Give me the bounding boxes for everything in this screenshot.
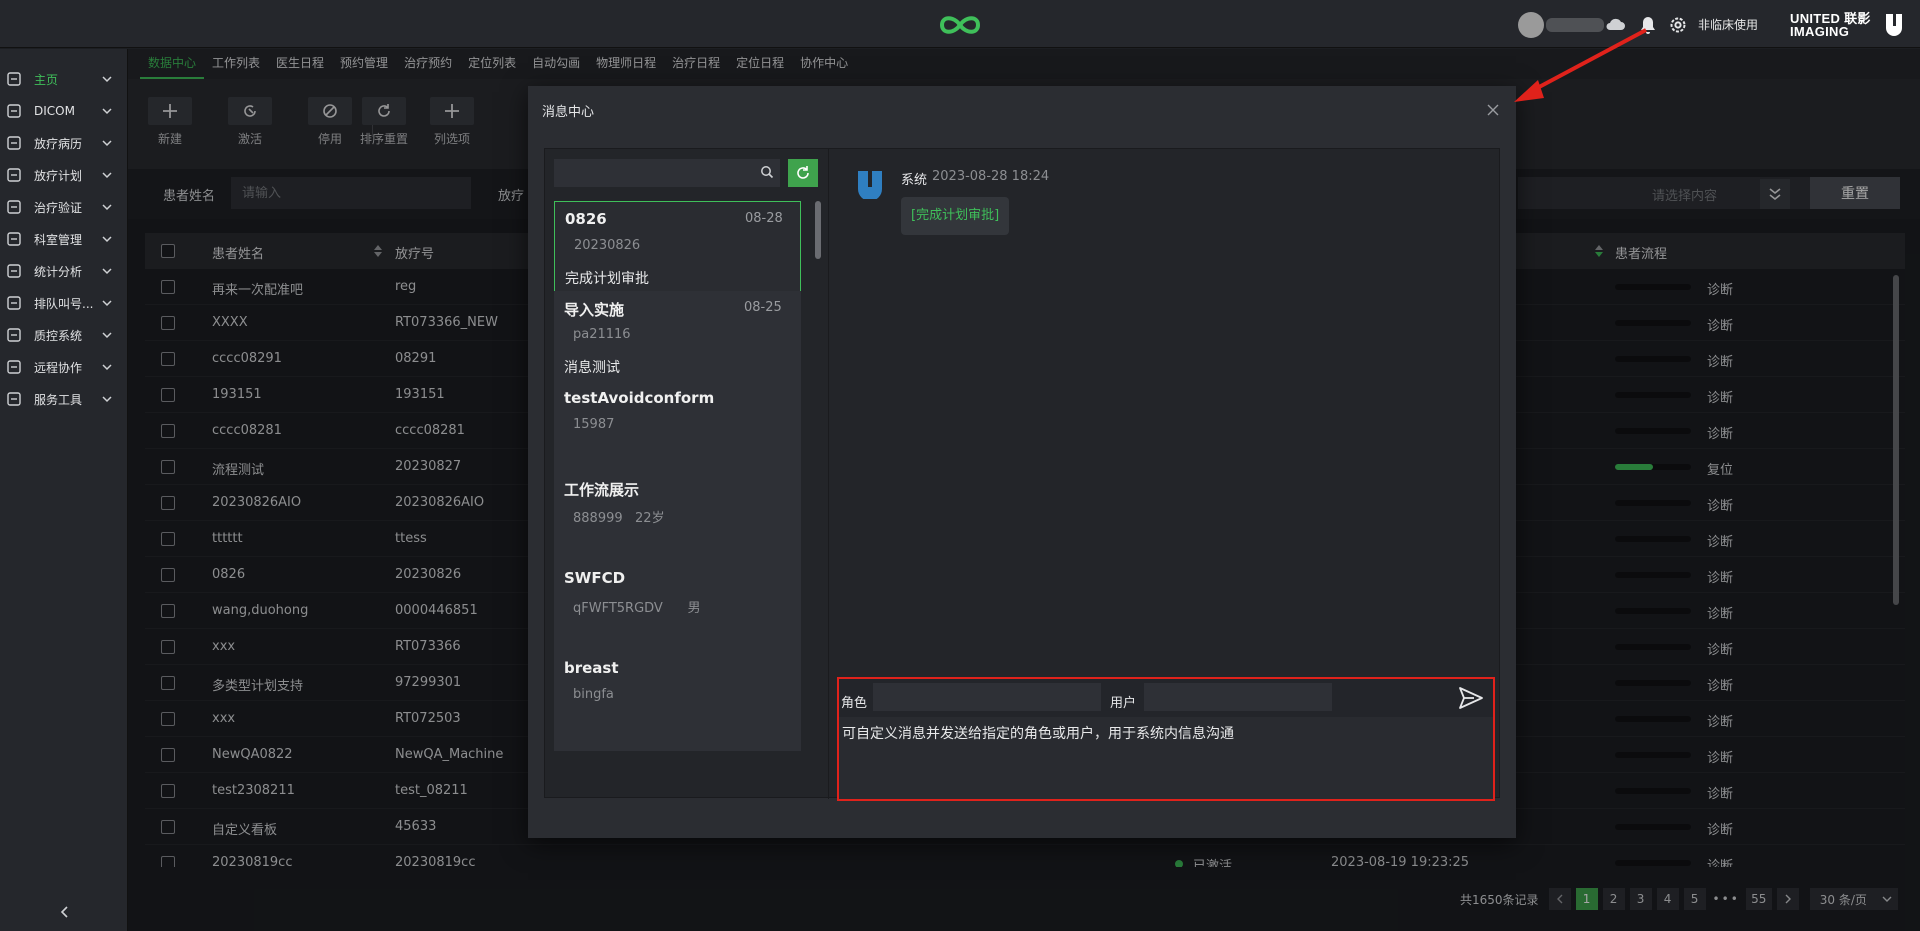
sidebar-item-label: 远程协作	[34, 360, 83, 375]
dialog-title: 消息中心	[542, 105, 595, 120]
conversation-last-message: 完成计划审批	[565, 271, 649, 287]
sidebar-item-4[interactable]: 治疗验证	[0, 191, 127, 223]
conversation-name: SWFCD	[564, 569, 626, 587]
conversation-item[interactable]: testAvoidconform 15987	[554, 381, 801, 481]
conversation-patient-info: qFWFT5RGDV 男	[573, 601, 701, 616]
gear-icon[interactable]	[1667, 14, 1689, 36]
brand-logo-text: UNITED 联影 IMAGING	[1790, 12, 1871, 38]
tools-icon	[7, 392, 21, 406]
chevron-down-icon	[102, 140, 112, 147]
sidebar-item-8[interactable]: 质控系统	[0, 319, 127, 351]
sidebar-item-9[interactable]: 远程协作	[0, 351, 127, 383]
conversation-date: 08-25	[744, 300, 782, 315]
annotation-arrow	[1514, 28, 1647, 102]
chevron-down-icon	[102, 204, 112, 211]
message-time: 2023-08-28 18:24	[932, 169, 1050, 184]
clinical-mode-label: 非临床使用	[1698, 18, 1759, 32]
infinity-logo-icon	[939, 16, 981, 34]
compose-area: 角色 用户 可自定义消息并发送给指定的角色或用户，用于系统内信息沟通	[837, 677, 1495, 801]
conversation-item[interactable]: breast bingfa	[554, 651, 801, 751]
brand-mark-icon	[1886, 14, 1902, 36]
conversation-patient-info: 15987	[573, 417, 615, 432]
chevron-down-icon	[102, 396, 112, 403]
user-input[interactable]	[1144, 683, 1332, 711]
message-textarea[interactable]: 可自定义消息并发送给指定的角色或用户，用于系统内信息沟通	[839, 717, 1493, 799]
message-center-dialog: 消息中心 0826 08-28 20230826 完成计划审批 导入实施 08-25 pa2…	[528, 86, 1516, 838]
dicom-icon	[7, 104, 21, 118]
sidebar: 主页 DICOM 放疗病历放疗计划治疗验证科室管理统计分析排队叫号... 质控系统远程…	[0, 49, 128, 931]
refresh-icon	[797, 166, 809, 179]
sidebar-item-7[interactable]: 排队叫号...	[0, 287, 127, 319]
refresh-button[interactable]	[788, 159, 818, 187]
message-sender: 系统	[901, 173, 928, 188]
chevron-left-icon[interactable]	[58, 905, 72, 919]
stats-icon	[7, 264, 21, 278]
conversation-name: 工作流展示	[564, 481, 640, 499]
shield-icon	[7, 328, 21, 342]
sidebar-item-label: DICOM	[34, 104, 75, 118]
chevron-down-icon	[102, 236, 112, 243]
conversation-item[interactable]: 工作流展示 888999 22岁	[554, 471, 801, 571]
sidebar-item-label: 服务工具	[34, 392, 83, 407]
sidebar-item-label: 放疗病历	[34, 136, 83, 151]
plan-icon	[7, 168, 21, 182]
sidebar-item-label: 统计分析	[34, 264, 83, 279]
message-bubble[interactable]: [完成计划审批]	[901, 197, 1010, 235]
chevron-down-icon	[102, 268, 112, 275]
sidebar-item-label: 主页	[34, 72, 59, 87]
conversation-item[interactable]: 0826 08-28 20230826 完成计划审批	[554, 201, 801, 301]
home-icon	[7, 72, 21, 86]
chevron-down-icon	[102, 172, 112, 179]
conversation-patient-info: pa21116	[573, 327, 631, 342]
remote-icon	[7, 360, 21, 374]
send-icon[interactable]	[1457, 685, 1485, 711]
record-icon	[7, 136, 21, 150]
brand-line-2: IMAGING	[1790, 24, 1850, 39]
search-icon[interactable]	[760, 165, 774, 179]
chevron-down-icon	[102, 76, 112, 83]
sidebar-item-3[interactable]: 放疗计划	[0, 159, 127, 191]
conversation-patient-info: bingfa	[573, 687, 614, 702]
sidebar-item-label: 科室管理	[34, 232, 83, 247]
chevron-down-icon	[102, 300, 112, 307]
conversation-patient-info: 20230826	[574, 238, 641, 253]
chevron-down-icon	[102, 364, 112, 371]
sidebar-item-1[interactable]: DICOM	[0, 95, 127, 127]
role-input[interactable]	[873, 683, 1101, 711]
conversation-date: 08-28	[745, 211, 783, 226]
conversation-scrollbar[interactable]	[815, 201, 821, 259]
sidebar-item-label: 质控系统	[34, 328, 83, 343]
chevron-down-icon	[102, 108, 112, 115]
sidebar-item-10[interactable]: 服务工具	[0, 383, 127, 415]
sidebar-item-0[interactable]: 主页	[0, 63, 127, 95]
conversation-name: 导入实施	[564, 301, 625, 319]
conversation-search-input[interactable]	[554, 159, 780, 187]
close-icon[interactable]	[1486, 103, 1500, 117]
conversation-item[interactable]: 导入实施 08-25 pa21116 消息测试	[554, 291, 801, 391]
conversation-list: 0826 08-28 20230826 完成计划审批 导入实施 08-25 pa21116 消…	[545, 149, 829, 799]
sidebar-item-label: 治疗验证	[34, 200, 83, 215]
conversation-name: 0826	[565, 210, 607, 228]
sidebar-item-label: 放疗计划	[34, 168, 83, 183]
conversation-last-message: 消息测试	[564, 360, 620, 376]
chevron-down-icon	[102, 332, 112, 339]
queue-icon	[7, 296, 21, 310]
dialog-body: 0826 08-28 20230826 完成计划审批 导入实施 08-25 pa21116 消…	[544, 148, 1500, 801]
verify-icon	[7, 200, 21, 214]
sidebar-item-2[interactable]: 放疗病历	[0, 127, 127, 159]
department-icon	[7, 232, 21, 246]
conversation-name: breast	[564, 659, 619, 677]
user-label: 用户	[1110, 696, 1137, 711]
system-avatar-icon	[858, 171, 882, 199]
sidebar-item-5[interactable]: 科室管理	[0, 223, 127, 255]
conversation-name: testAvoidconform	[564, 389, 715, 407]
conversation-item[interactable]: SWFCD qFWFT5RGDV 男	[554, 561, 801, 661]
role-label: 角色	[841, 696, 868, 711]
conversation-patient-info: 888999 22岁	[573, 511, 665, 526]
chat-panel: 系统 2023-08-28 18:24 [完成计划审批] 角色 用户 可自定义消…	[830, 149, 1500, 801]
sidebar-item-6[interactable]: 统计分析	[0, 255, 127, 287]
sidebar-item-label: 排队叫号...	[34, 296, 94, 311]
